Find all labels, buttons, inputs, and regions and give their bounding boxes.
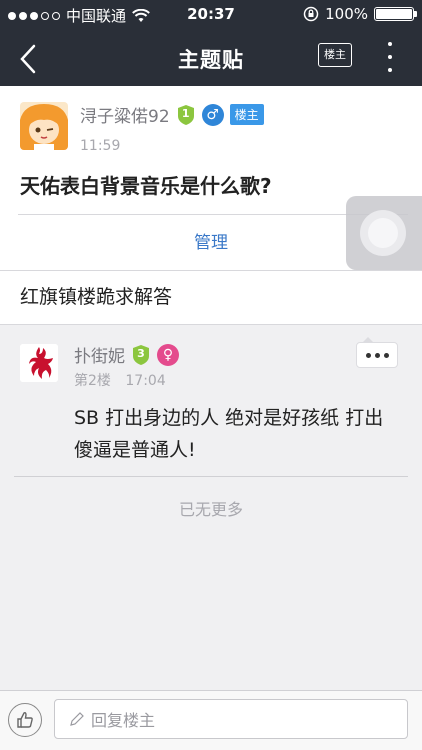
status-bar: 中国联通 20:37 100% — [0, 0, 422, 30]
reply-input[interactable]: 回复楼主 — [54, 699, 408, 739]
author-name[interactable]: 扑街妮 — [74, 342, 125, 367]
reply-content: SB 打出身边的人 绝对是好孩纸 打出傻逼是普通人! — [74, 407, 384, 461]
floor-number: 第2楼 — [74, 373, 111, 389]
divider — [14, 476, 408, 477]
owner-tag: 楼主 — [229, 104, 264, 125]
female-icon: ♀ — [157, 343, 179, 366]
more-menu-icon[interactable] — [380, 42, 400, 72]
pencil-icon — [70, 712, 84, 726]
male-icon: ♂ — [201, 103, 224, 126]
post-time: 11:59 — [80, 138, 121, 154]
top-bar: 中国联通 20:37 100% 主题贴 楼主 — [0, 0, 422, 86]
page-title: 主题贴 — [178, 48, 244, 72]
divider — [0, 270, 422, 271]
author-name[interactable]: 浔子粱偌92 — [80, 102, 170, 127]
battery-percent: 100% — [325, 5, 368, 23]
avatar[interactable] — [20, 102, 68, 150]
post-author: 浔子粱偌92 1 ♂ 楼主 — [80, 102, 264, 127]
post-title: 天佑表白背景音乐是什么歌? — [20, 174, 272, 198]
level-badge: 3 — [131, 344, 151, 366]
rotation-lock-icon — [303, 6, 319, 22]
reply-meta: 第2楼 17:04 — [74, 370, 166, 390]
assistive-touch-button[interactable] — [346, 196, 422, 270]
status-right: 100% — [303, 5, 417, 23]
reply-author: 扑街妮 3 ♀ — [74, 342, 179, 367]
nav-bar: 主题贴 楼主 — [0, 30, 422, 86]
avatar[interactable] — [20, 344, 58, 382]
owner-only-button[interactable]: 楼主 — [318, 43, 352, 67]
level-badge: 1 — [176, 104, 196, 126]
app: 中国联通 20:37 100% 主题贴 楼主 浔子粱偌92 1 ♂ 楼主 11:… — [0, 0, 422, 750]
reply-more-button[interactable] — [356, 337, 398, 368]
reply-placeholder: 回复楼主 — [91, 711, 156, 730]
post-body: 红旗镇楼跪求解答 — [20, 286, 173, 308]
thumbs-up-icon — [17, 712, 33, 728]
like-button[interactable] — [8, 703, 42, 737]
no-more-label: 已无更多 — [178, 500, 243, 519]
bottom-bar: 回复楼主 — [0, 690, 422, 750]
battery-icon — [374, 7, 417, 21]
reply-item: 扑街妮 3 ♀ 第2楼 17:04 SB 打出身边的人 绝对是好孩纸 打出傻逼是… — [0, 324, 422, 476]
reply-time: 17:04 — [125, 373, 166, 389]
